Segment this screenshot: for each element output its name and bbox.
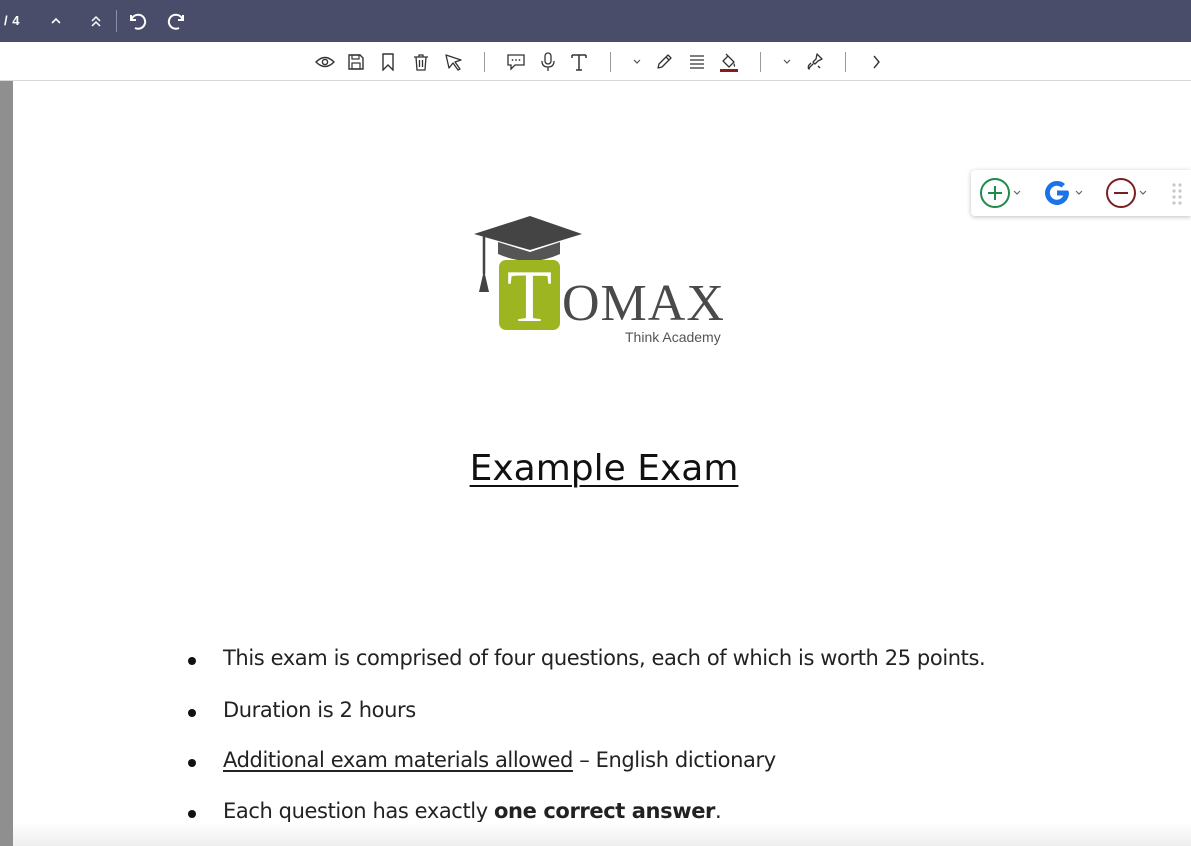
drag-handle-icon	[1172, 183, 1182, 205]
logo-letter-block: T	[499, 260, 560, 334]
first-page-button[interactable]	[83, 8, 109, 34]
select-icon	[445, 54, 462, 71]
save-button[interactable]	[345, 50, 367, 74]
underlined-text: Additional exam materials allowed	[223, 748, 573, 772]
bold-text: one correct answer	[494, 799, 716, 823]
pen-options-dropdown[interactable]	[630, 50, 644, 74]
redo-button[interactable]	[164, 8, 190, 34]
zoom-out-button[interactable]	[1105, 178, 1149, 208]
toolbar-divider	[610, 52, 611, 72]
bullet-text: Additional exam materials allowed – Engl…	[223, 748, 776, 772]
double-chevron-up-icon	[91, 15, 101, 27]
stamp-icon	[807, 53, 823, 70]
chevron-down-icon	[1139, 190, 1147, 195]
bullet-dot	[188, 657, 196, 665]
chevron-up-icon	[51, 17, 61, 24]
comment-button[interactable]	[504, 50, 528, 74]
chevron-down-icon	[783, 59, 791, 64]
zoom-in-button[interactable]	[979, 178, 1023, 208]
google-icon	[1045, 180, 1069, 205]
save-icon	[348, 54, 364, 70]
page-count: / 4	[4, 13, 20, 28]
google-translate-button[interactable]	[1041, 178, 1085, 208]
line-style-button[interactable]	[686, 50, 708, 74]
fill-icon	[720, 53, 738, 72]
undo-icon	[130, 13, 147, 30]
page-bottom-shadow	[13, 822, 1191, 846]
toolbar-divider	[845, 52, 846, 72]
page-navigation-bar: / 4	[0, 0, 1191, 42]
chevron-down-icon	[1013, 190, 1021, 195]
toolbar-divider	[116, 10, 117, 32]
widget-drag-handle[interactable]	[1171, 178, 1183, 208]
delete-button[interactable]	[410, 50, 432, 74]
annotation-toolbar	[0, 42, 1191, 81]
zoom-out-icon	[1106, 178, 1136, 208]
chevron-down-icon	[633, 59, 641, 64]
chevron-right-icon	[873, 55, 880, 69]
bullet-text: Each question has exactly one correct an…	[223, 799, 722, 823]
bullet-dot	[188, 709, 196, 717]
pen-icon	[657, 54, 672, 69]
zoom-in-icon	[980, 178, 1010, 208]
bullet-text: Duration is 2 hours	[223, 698, 416, 722]
toolbar-divider	[760, 52, 761, 72]
bullet-dot	[188, 759, 196, 767]
lines-icon	[690, 55, 704, 69]
mic-icon	[541, 52, 555, 71]
logo-tagline: Think Academy	[625, 329, 721, 345]
text-tool-button[interactable]	[567, 50, 591, 74]
select-tool-button[interactable]	[442, 50, 466, 74]
previous-page-button[interactable]	[43, 8, 69, 34]
stamp-tool-button[interactable]	[803, 50, 827, 74]
stamp-options-dropdown[interactable]	[780, 50, 794, 74]
text-icon	[571, 54, 587, 71]
redo-icon	[167, 13, 184, 30]
undo-button[interactable]	[124, 8, 150, 34]
voice-note-button[interactable]	[537, 50, 559, 74]
logo-wordmark: OMAX	[562, 275, 725, 332]
comment-icon	[507, 54, 525, 71]
bullet-text: This exam is comprised of four questions…	[223, 646, 986, 670]
tomax-logo: T OMAX Think Academy	[472, 214, 738, 349]
chevron-down-icon	[1075, 190, 1083, 195]
fill-color-button[interactable]	[718, 50, 740, 74]
pen-tool-button[interactable]	[653, 50, 675, 74]
trash-icon	[414, 54, 428, 71]
bookmark-icon	[382, 53, 394, 71]
zoom-widget	[971, 170, 1191, 216]
more-tools-button[interactable]	[865, 50, 887, 74]
bullet-dot	[188, 810, 196, 818]
document-title: Example Exam	[469, 448, 739, 489]
eye-icon	[315, 56, 335, 68]
bookmark-button[interactable]	[378, 50, 398, 74]
view-button[interactable]	[313, 50, 337, 74]
toolbar-divider	[484, 52, 485, 72]
